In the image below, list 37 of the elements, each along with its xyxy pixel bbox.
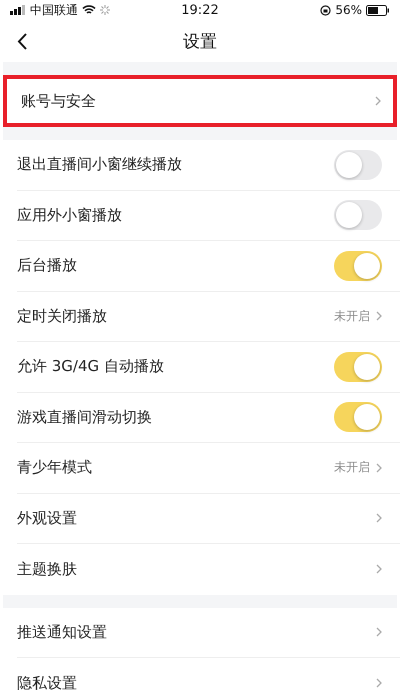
- battery-icon: [366, 4, 390, 16]
- row-label: 外观设置: [17, 508, 77, 528]
- carrier-name: 中国联通: [30, 2, 78, 18]
- chevron-right-icon: [376, 462, 382, 473]
- loading-icon: [100, 5, 110, 15]
- row-label: 隐私设置: [17, 674, 77, 693]
- row-label: 允许 3G/4G 自动播放: [17, 357, 164, 376]
- row-label: 定时关闭播放: [17, 306, 107, 326]
- account-security-row[interactable]: 账号与安全: [3, 75, 397, 127]
- chevron-right-icon: [376, 678, 382, 688]
- row-label: 后台播放: [17, 256, 77, 276]
- toggle-switch[interactable]: [334, 150, 382, 180]
- row-value: 未开启: [334, 308, 370, 325]
- row-label: 青少年模式: [17, 458, 92, 478]
- battery-percent: 56%: [335, 3, 362, 17]
- row-label: 账号与安全: [21, 92, 96, 110]
- toggle-switch[interactable]: [334, 250, 382, 281]
- status-time: 19:22: [181, 2, 219, 18]
- wifi-icon: [82, 5, 96, 15]
- row-label: 游戏直播间滑动切换: [17, 408, 152, 427]
- signal-icon: [10, 5, 26, 15]
- chevron-right-icon: [376, 311, 382, 322]
- row-label: 应用外小窗播放: [17, 206, 122, 225]
- chevron-right-icon: [376, 513, 382, 524]
- chevron-right-icon: [375, 96, 381, 106]
- toggle-switch[interactable]: [334, 200, 382, 230]
- row-label: 主题换肤: [17, 560, 77, 579]
- toggle-switch[interactable]: [334, 352, 382, 382]
- toggle-switch[interactable]: [334, 402, 382, 432]
- row-label: 推送通知设置: [17, 622, 107, 642]
- back-icon: [17, 32, 27, 50]
- rotation-lock-icon: [320, 4, 332, 16]
- page-title: 设置: [183, 30, 217, 52]
- chevron-right-icon: [376, 627, 382, 638]
- row-value: 未开启: [334, 459, 370, 476]
- row-label: 退出直播间小窗继续播放: [17, 155, 182, 174]
- chevron-right-icon: [376, 564, 382, 574]
